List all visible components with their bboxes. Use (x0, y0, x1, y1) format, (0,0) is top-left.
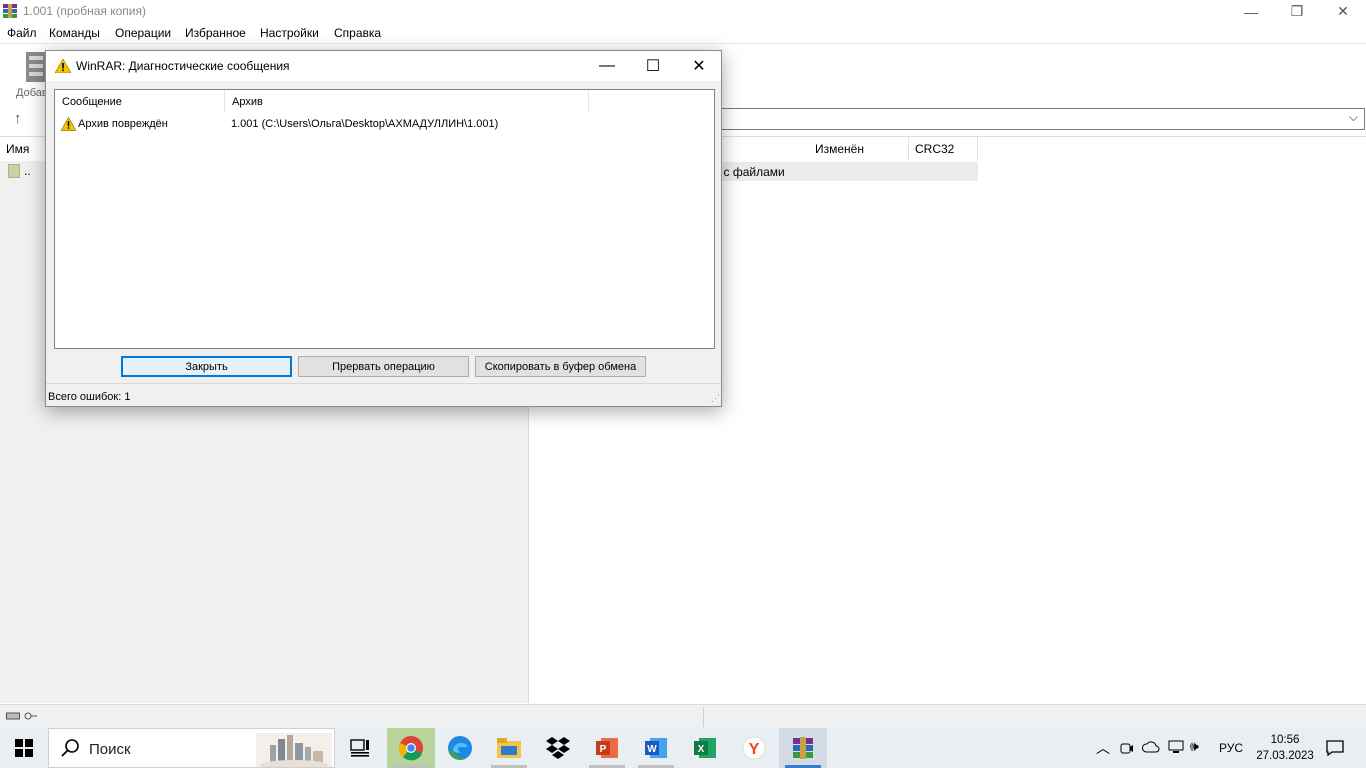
drive-icon[interactable] (6, 711, 20, 721)
svg-text:X: X (698, 744, 705, 755)
menu-help[interactable]: Справка (334, 26, 381, 40)
dialog-close-button[interactable]: ✕ (676, 51, 722, 81)
taskbar-winrar[interactable] (779, 728, 827, 768)
excel-icon: X (694, 738, 716, 758)
clock[interactable]: 10:56 27.03.2023 (1255, 732, 1315, 764)
edge-icon (448, 736, 472, 760)
add-archive-icon[interactable] (25, 50, 47, 84)
message-text: Архив повреждён (78, 118, 168, 130)
window-title: 1.001 (пробная копия) (23, 4, 146, 18)
network-icon[interactable] (1168, 740, 1184, 754)
taskbar-chrome[interactable] (387, 728, 435, 768)
winrar-icon (793, 737, 813, 759)
menu-operations[interactable]: Операции (115, 26, 171, 40)
start-button[interactable] (0, 728, 48, 768)
taskbar-excel[interactable]: X (681, 728, 729, 768)
column-message[interactable]: Сообщение (55, 90, 225, 113)
status-bar (0, 704, 1366, 728)
meet-now-icon[interactable] (1120, 740, 1134, 756)
clock-time: 10:56 (1270, 734, 1300, 746)
warning-icon (55, 59, 71, 73)
search-highlight-image (256, 733, 332, 767)
add-button-label[interactable]: Добав (16, 87, 48, 99)
menu-favorites[interactable]: Избранное (185, 26, 246, 40)
diagnostic-dialog: WinRAR: Диагностические сообщения — ☐ ✕ … (45, 50, 722, 407)
key-icon[interactable] (24, 711, 38, 721)
archive-path: 1.001 (C:\Users\Ольга\Desktop\АХМАДУЛЛИН… (231, 118, 499, 130)
message-list[interactable]: Сообщение Архив Архив повреждён 1.001 (C… (54, 89, 715, 349)
language-indicator[interactable]: РУС (1219, 741, 1243, 755)
restore-button[interactable]: ❐ (1274, 0, 1320, 23)
chevron-down-icon[interactable]: ⌵ (1349, 110, 1358, 125)
close-button[interactable]: ✕ (1320, 0, 1366, 23)
clock-date: 27.03.2023 (1256, 750, 1314, 762)
error-count: Всего ошибок: 1 (48, 391, 131, 403)
up-folder-icon[interactable]: ↑ (14, 110, 22, 127)
minimize-button[interactable]: — (1228, 0, 1274, 23)
menu-commands[interactable]: Команды (49, 26, 100, 40)
volume-icon[interactable]: 🕪 (1190, 738, 1199, 755)
task-view-icon (350, 739, 369, 757)
taskbar-file-explorer[interactable] (485, 728, 533, 768)
close-dialog-button[interactable]: Закрыть (121, 356, 292, 377)
copy-to-clipboard-button[interactable]: Скопировать в буфер обмена (475, 356, 646, 377)
dialog-minimize-button[interactable]: — (584, 51, 630, 81)
folder-icon (497, 738, 521, 758)
message-row[interactable]: Архив повреждён 1.001 (C:\Users\Ольга\De… (55, 114, 714, 134)
taskbar-powerpoint[interactable]: P (583, 728, 631, 768)
taskbar-edge[interactable] (436, 728, 484, 768)
windows-logo-icon (15, 739, 33, 757)
show-hidden-icons-chevron-icon[interactable]: ︿ (1096, 738, 1110, 758)
taskbar: Поиск P W X Y ︿ 🕪 РУС 10:56 27.03.2023 (0, 728, 1366, 768)
column-crc32[interactable]: CRC32 (909, 137, 978, 161)
task-view-button[interactable] (336, 728, 384, 768)
dialog-title-bar: WinRAR: Диагностические сообщения — ☐ ✕ (46, 51, 721, 81)
svg-text:P: P (600, 744, 607, 755)
yandex-browser-icon: Y (742, 736, 766, 760)
winrar-app-icon[interactable] (2, 3, 18, 19)
taskbar-dropbox[interactable] (534, 728, 582, 768)
dialog-separator (46, 383, 721, 384)
dropbox-icon (546, 737, 570, 759)
taskbar-word[interactable]: W (632, 728, 680, 768)
powerpoint-icon: P (596, 738, 618, 758)
menu-bar: Файл Команды Операции Избранное Настройк… (0, 23, 1366, 43)
menu-settings[interactable]: Настройки (260, 26, 319, 40)
search-box[interactable]: Поиск (48, 728, 335, 768)
main-title-bar: 1.001 (пробная копия) — ❐ ✕ (0, 0, 1366, 23)
menu-file[interactable]: Файл (7, 26, 37, 40)
row-name: .. (24, 164, 31, 178)
abort-operation-button[interactable]: Прервать операцию (298, 356, 469, 377)
notification-icon (1326, 740, 1344, 756)
path-combobox[interactable]: ⌵ (700, 108, 1365, 130)
dialog-maximize-button[interactable]: ☐ (630, 51, 676, 81)
column-modified[interactable]: Изменён (809, 137, 909, 161)
search-placeholder: Поиск (89, 741, 131, 758)
svg-text:Y: Y (749, 741, 760, 758)
status-separator (703, 707, 704, 727)
resize-grip-icon[interactable]: ⋰ (711, 393, 720, 404)
svg-text:W: W (647, 744, 657, 755)
folder-icon (8, 164, 20, 178)
dialog-title: WinRAR: Диагностические сообщения (76, 59, 290, 73)
taskbar-yandex-browser[interactable]: Y (730, 728, 778, 768)
column-archive[interactable]: Архив (225, 90, 589, 113)
word-icon: W (645, 738, 667, 758)
onedrive-cloud-icon[interactable] (1142, 741, 1160, 753)
chrome-icon (398, 736, 423, 761)
warning-icon (61, 117, 76, 131)
search-icon (61, 739, 79, 757)
notifications-button[interactable] (1320, 728, 1350, 768)
